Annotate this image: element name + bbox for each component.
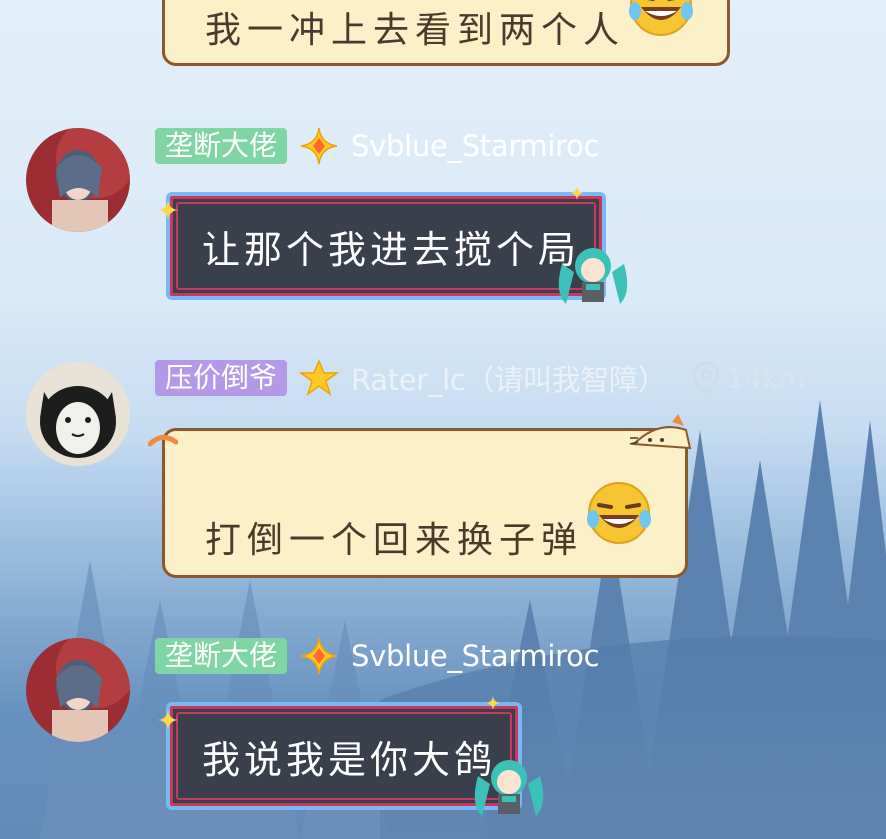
location-info: 14km xyxy=(692,361,806,395)
distance-label: 14km xyxy=(726,361,806,395)
message-text: 我说我是你大鸽 xyxy=(202,737,497,782)
user-title-tag: 垄断大佬 xyxy=(155,638,288,674)
message-bubble[interactable]: 我一冲上去看到两个人 xyxy=(162,0,730,66)
miku-sticker-icon xyxy=(558,248,628,304)
sparkle-icon xyxy=(158,710,178,730)
message-text: 我一冲上去看到两个人 xyxy=(205,10,626,51)
cat-ears-decoration-icon xyxy=(629,414,692,450)
user-nickname[interactable]: Svblue_Starmiroc xyxy=(351,129,600,163)
cat-tail-decoration-icon xyxy=(148,435,178,447)
miku-sticker-icon xyxy=(474,760,544,816)
user-avatar[interactable] xyxy=(26,128,130,232)
user-title-tag: 压价倒爷 xyxy=(155,360,288,396)
user-avatar[interactable] xyxy=(26,362,130,466)
sparkle-icon xyxy=(570,186,584,200)
user-nickname[interactable]: Svblue_Starmiroc xyxy=(351,639,600,673)
gold-star-badge-icon xyxy=(299,359,340,396)
message-header: 垄断大佬 Svblue_Starmiroc xyxy=(155,636,600,676)
message-text: 让那个我进去搅个局 xyxy=(202,227,581,272)
gold-diamond-badge-icon xyxy=(300,637,338,675)
user-nickname[interactable]: Rater_lc（请叫我智障） xyxy=(351,357,667,399)
message-text: 打倒一个回来换子弹 xyxy=(205,520,584,561)
user-title-tag: 垄断大佬 xyxy=(155,128,288,164)
message-bubble[interactable]: 我说我是你大鸽 xyxy=(166,702,522,810)
laughing-tears-emoji-icon xyxy=(629,0,693,36)
message-bubble[interactable]: 让那个我进去搅个局 xyxy=(166,192,606,300)
user-avatar[interactable] xyxy=(26,638,130,742)
location-pin-icon xyxy=(693,361,720,395)
message-bubble[interactable]: 打倒一个回来换子弹 xyxy=(162,428,688,578)
laughing-tears-emoji-icon xyxy=(587,482,651,544)
message-header: 垄断大佬 Svblue_Starmiroc xyxy=(155,126,600,166)
sparkle-icon xyxy=(158,200,178,220)
message-header: 压价倒爷 Rater_lc（请叫我智障） 14km xyxy=(155,358,806,398)
gold-diamond-badge-icon xyxy=(300,127,338,165)
sparkle-icon xyxy=(486,696,500,710)
chat-list[interactable]: 我一冲上去看到两个人 垄断大佬 Svblue_Starmiroc 让那个我进去搅… xyxy=(0,0,886,839)
